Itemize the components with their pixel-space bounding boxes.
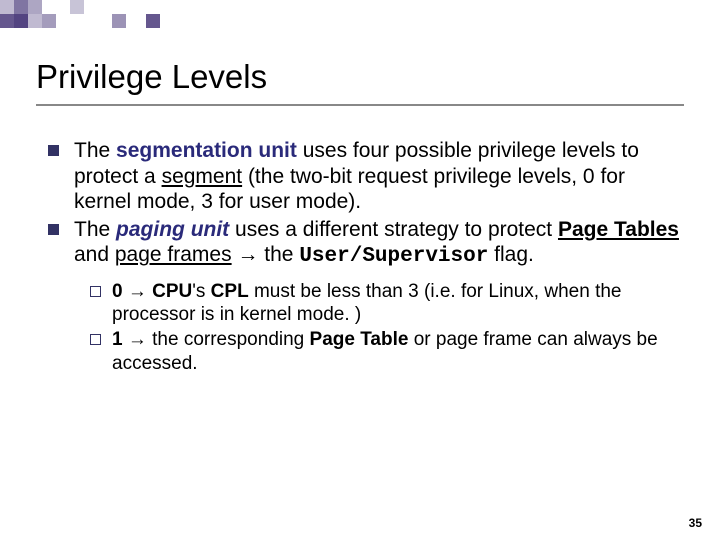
bullet-paging: The paging unit uses a different strateg… (46, 217, 684, 375)
text: The (74, 218, 116, 241)
bullet-segmentation: The segmentation unit uses four possible… (46, 138, 684, 215)
page-number: 35 (689, 516, 702, 530)
flag-value-zero: 0 (112, 281, 123, 302)
term-segment: segment (162, 165, 243, 188)
arrow-text: → (123, 281, 153, 302)
sub-bullet-zero: 0 → CPU's CPL must be less than 3 (i.e. … (88, 280, 684, 326)
text: 's (192, 281, 210, 302)
arrow-text: → the (232, 243, 300, 266)
term-cpl: CPL (211, 281, 249, 302)
slide-title: Privilege Levels (36, 58, 684, 106)
term-paging-unit: paging unit (116, 218, 229, 241)
main-bullet-list: The segmentation unit uses four possible… (36, 138, 684, 375)
slide-content: Privilege Levels The segmentation unit u… (0, 0, 720, 375)
term-page-tables: Page Tables (558, 218, 679, 241)
term-segmentation-unit: segmentation unit (116, 139, 297, 162)
term-user-supervisor: User/Supervisor (299, 245, 488, 268)
text: flag. (488, 243, 534, 266)
text: and (74, 243, 115, 266)
text: uses a different strategy to protect (229, 218, 558, 241)
slide-corner-decoration (0, 0, 720, 38)
text: The (74, 139, 116, 162)
term-cpu: CPU (152, 281, 192, 302)
term-page-table: Page Table (310, 329, 409, 350)
flag-value-one: 1 (112, 329, 123, 350)
term-page-frames: page frames (115, 243, 232, 266)
sub-bullet-list: 0 → CPU's CPL must be less than 3 (i.e. … (74, 280, 684, 375)
arrow-text: → the corresponding (123, 329, 310, 350)
sub-bullet-one: 1 → the corresponding Page Table or page… (88, 328, 684, 374)
